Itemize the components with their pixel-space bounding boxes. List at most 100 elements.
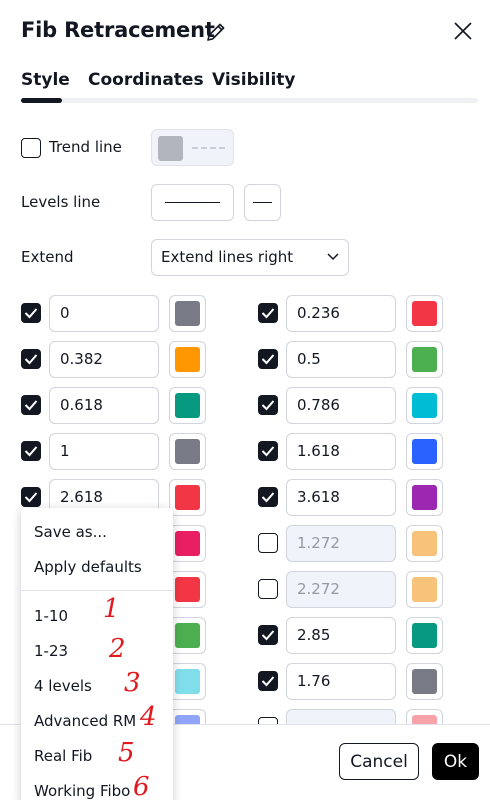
level-color-swatch [412, 393, 437, 418]
menu-item-template-1-10[interactable]: 1-10 [34, 607, 68, 625]
level-color-swatch [412, 439, 437, 464]
level-color-swatch [175, 301, 200, 326]
trend-line-label: Trend line [49, 138, 122, 156]
tab-underline [21, 98, 478, 103]
extend-select[interactable]: Extend lines right [151, 239, 349, 276]
level-value-input[interactable]: 1.76 [286, 663, 396, 700]
level-color-button[interactable] [169, 387, 206, 424]
level-color-button[interactable] [406, 387, 443, 424]
level-checkbox[interactable] [258, 395, 278, 415]
tab-style[interactable]: Style [21, 70, 70, 90]
close-icon[interactable] [451, 19, 475, 43]
dialog-title: Fib Retracement [21, 18, 215, 42]
level-value-input[interactable]: 0.5 [286, 341, 396, 378]
level-checkbox[interactable] [258, 303, 278, 323]
level-color-swatch [412, 485, 437, 510]
pencil-icon[interactable] [204, 20, 228, 44]
level-value-input[interactable]: 3.618 [286, 479, 396, 516]
level-value-input[interactable]: 1.618 [286, 433, 396, 470]
trend-line-style-button[interactable] [151, 129, 234, 166]
annotation-3: 3 [124, 668, 141, 698]
level-color-button[interactable] [406, 571, 443, 608]
level-color-button[interactable] [169, 341, 206, 378]
level-value-input[interactable]: 2.85 [286, 617, 396, 654]
level-color-button[interactable] [406, 341, 443, 378]
template-menu: Save as... Apply defaults 1-10 1-23 4 le… [21, 508, 173, 800]
level-color-button[interactable] [169, 433, 206, 470]
level-checkbox[interactable] [258, 533, 278, 553]
level-color-button[interactable] [169, 571, 206, 608]
level-checkbox[interactable] [258, 625, 278, 645]
level-value-input[interactable]: 0.382 [49, 341, 159, 378]
ok-button[interactable]: Ok [432, 743, 479, 780]
level-color-swatch [175, 439, 200, 464]
level-color-swatch [175, 577, 200, 602]
level-value-input[interactable]: 0 [49, 295, 159, 332]
extend-select-value: Extend lines right [161, 248, 294, 266]
level-color-button[interactable] [169, 663, 206, 700]
menu-item-template-working-fibo[interactable]: Working Fibo [34, 782, 130, 800]
level-color-swatch [412, 347, 437, 372]
annotation-1: 1 [103, 594, 120, 624]
cancel-button[interactable]: Cancel [339, 743, 419, 780]
level-color-swatch [412, 669, 437, 694]
tab-visibility[interactable]: Visibility [212, 70, 296, 90]
menu-item-template-real-fib[interactable]: Real Fib [34, 747, 92, 765]
level-color-button[interactable] [406, 525, 443, 562]
levels-line-label: Levels line [21, 193, 101, 211]
level-color-button[interactable] [169, 617, 206, 654]
level-color-swatch [175, 485, 200, 510]
line-width-preview [165, 202, 220, 203]
level-color-button[interactable] [406, 479, 443, 516]
menu-item-save-as[interactable]: Save as... [34, 523, 107, 541]
level-color-button[interactable] [169, 525, 206, 562]
level-checkbox[interactable] [258, 579, 278, 599]
level-checkbox[interactable] [258, 487, 278, 507]
level-checkbox[interactable] [21, 395, 41, 415]
level-color-swatch [175, 669, 200, 694]
level-checkbox[interactable] [258, 441, 278, 461]
level-color-button[interactable] [406, 663, 443, 700]
level-color-swatch [175, 623, 200, 648]
level-color-button[interactable] [406, 617, 443, 654]
level-checkbox[interactable] [258, 671, 278, 691]
levels-line-style-button[interactable] [244, 184, 281, 221]
levels-line-width-button[interactable] [151, 184, 234, 221]
menu-item-template-1-23[interactable]: 1-23 [34, 642, 68, 660]
level-value-input[interactable]: 0.236 [286, 295, 396, 332]
level-value-input[interactable]: 1.272 [286, 525, 396, 562]
trend-line-color-swatch [158, 136, 183, 161]
trend-line-checkbox[interactable] [21, 138, 41, 158]
level-checkbox[interactable] [258, 349, 278, 369]
level-color-button[interactable] [169, 295, 206, 332]
level-color-swatch [175, 393, 200, 418]
level-color-swatch [412, 623, 437, 648]
level-checkbox[interactable] [21, 487, 41, 507]
level-checkbox[interactable] [21, 441, 41, 461]
level-color-swatch [412, 577, 437, 602]
chevron-down-icon [327, 253, 339, 261]
extend-label: Extend [21, 248, 74, 266]
level-checkbox[interactable] [21, 349, 41, 369]
menu-item-template-4-levels[interactable]: 4 levels [34, 677, 92, 695]
menu-item-apply-defaults[interactable]: Apply defaults [34, 558, 142, 576]
tab-coordinates[interactable]: Coordinates [88, 70, 204, 90]
line-style-preview [253, 202, 272, 203]
level-color-button[interactable] [406, 295, 443, 332]
annotation-4: 4 [140, 702, 157, 732]
annotation-5: 5 [118, 738, 135, 768]
active-tab-indicator [21, 98, 62, 103]
level-value-input[interactable]: 0.786 [286, 387, 396, 424]
annotation-6: 6 [133, 772, 150, 800]
level-value-input[interactable]: 1 [49, 433, 159, 470]
level-color-swatch [412, 301, 437, 326]
trend-line-dash-preview [192, 147, 225, 149]
level-color-button[interactable] [169, 479, 206, 516]
level-value-input[interactable]: 0.618 [49, 387, 159, 424]
menu-item-template-advanced-rm[interactable]: Advanced RM [34, 712, 136, 730]
annotation-2: 2 [109, 634, 126, 664]
level-value-input[interactable]: 2.272 [286, 571, 396, 608]
level-checkbox[interactable] [21, 303, 41, 323]
level-color-swatch [412, 531, 437, 556]
level-color-button[interactable] [406, 433, 443, 470]
